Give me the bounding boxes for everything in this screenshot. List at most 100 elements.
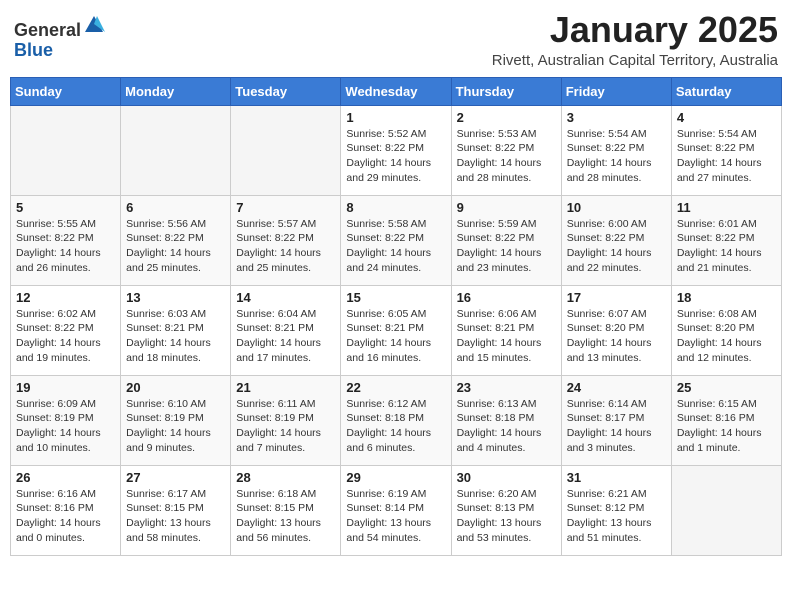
day-info: Sunrise: 6:11 AM Sunset: 8:19 PM Dayligh…: [236, 397, 335, 456]
day-info: Sunrise: 5:56 AM Sunset: 8:22 PM Dayligh…: [126, 217, 225, 276]
calendar-week-row: 12 Sunrise: 6:02 AM Sunset: 8:22 PM Dayli…: [11, 285, 782, 375]
day-number: 23: [457, 380, 556, 395]
calendar-cell: 18 Sunrise: 6:08 AM Sunset: 8:20 PM Dayli…: [671, 285, 781, 375]
day-info: Sunrise: 5:54 AM Sunset: 8:22 PM Dayligh…: [677, 127, 776, 186]
day-number: 19: [16, 380, 115, 395]
day-number: 17: [567, 290, 666, 305]
day-header-sunday: Sunday: [11, 77, 121, 105]
calendar-cell: 25 Sunrise: 6:15 AM Sunset: 8:16 PM Dayli…: [671, 375, 781, 465]
day-number: 6: [126, 200, 225, 215]
calendar-cell: 12 Sunrise: 6:02 AM Sunset: 8:22 PM Dayli…: [11, 285, 121, 375]
logo-icon: [83, 14, 105, 36]
logo: General Blue: [14, 14, 105, 61]
day-number: 18: [677, 290, 776, 305]
day-info: Sunrise: 6:00 AM Sunset: 8:22 PM Dayligh…: [567, 217, 666, 276]
calendar-cell: 5 Sunrise: 5:55 AM Sunset: 8:22 PM Daylig…: [11, 195, 121, 285]
day-info: Sunrise: 6:09 AM Sunset: 8:19 PM Dayligh…: [16, 397, 115, 456]
day-number: 30: [457, 470, 556, 485]
day-number: 29: [346, 470, 445, 485]
day-info: Sunrise: 6:08 AM Sunset: 8:20 PM Dayligh…: [677, 307, 776, 366]
calendar-cell: 30Sunrise: 6:20 AM Sunset: 8:13 PM Dayli…: [451, 465, 561, 555]
day-info: Sunrise: 6:17 AM Sunset: 8:15 PM Dayligh…: [126, 487, 225, 546]
day-number: 3: [567, 110, 666, 125]
day-number: 28: [236, 470, 335, 485]
day-number: 22: [346, 380, 445, 395]
calendar-cell: 7Sunrise: 5:57 AM Sunset: 8:22 PM Daylig…: [231, 195, 341, 285]
calendar-cell: 28 Sunrise: 6:18 AM Sunset: 8:15 PM Dayli…: [231, 465, 341, 555]
calendar-cell: 31 Sunrise: 6:21 AM Sunset: 8:12 PM Dayli…: [561, 465, 671, 555]
day-number: 12: [16, 290, 115, 305]
day-info: Sunrise: 5:55 AM Sunset: 8:22 PM Dayligh…: [16, 217, 115, 276]
day-info: Sunrise: 6:12 AM Sunset: 8:18 PM Dayligh…: [346, 397, 445, 456]
calendar-cell: 2 Sunrise: 5:53 AM Sunset: 8:22 PM Daylig…: [451, 105, 561, 195]
day-info: Sunrise: 6:18 AM Sunset: 8:15 PM Dayligh…: [236, 487, 335, 546]
day-info: Sunrise: 6:15 AM Sunset: 8:16 PM Dayligh…: [677, 397, 776, 456]
day-info: Sunrise: 6:07 AM Sunset: 8:20 PM Dayligh…: [567, 307, 666, 366]
day-info: Sunrise: 6:01 AM Sunset: 8:22 PM Dayligh…: [677, 217, 776, 276]
day-header-saturday: Saturday: [671, 77, 781, 105]
day-info: Sunrise: 5:58 AM Sunset: 8:22 PM Dayligh…: [346, 217, 445, 276]
month-title: January 2025: [492, 10, 778, 50]
day-info: Sunrise: 6:16 AM Sunset: 8:16 PM Dayligh…: [16, 487, 115, 546]
logo-blue-text: Blue: [14, 40, 53, 60]
day-number: 24: [567, 380, 666, 395]
day-info: Sunrise: 6:14 AM Sunset: 8:17 PM Dayligh…: [567, 397, 666, 456]
calendar-cell: [671, 465, 781, 555]
title-block: January 2025 Rivett, Australian Capital …: [492, 10, 778, 69]
day-number: 15: [346, 290, 445, 305]
day-info: Sunrise: 5:59 AM Sunset: 8:22 PM Dayligh…: [457, 217, 556, 276]
calendar-cell: [11, 105, 121, 195]
day-number: 8: [346, 200, 445, 215]
calendar-cell: 22 Sunrise: 6:12 AM Sunset: 8:18 PM Dayli…: [341, 375, 451, 465]
calendar-cell: 4Sunrise: 5:54 AM Sunset: 8:22 PM Daylig…: [671, 105, 781, 195]
day-info: Sunrise: 6:03 AM Sunset: 8:21 PM Dayligh…: [126, 307, 225, 366]
calendar-cell: 13Sunrise: 6:03 AM Sunset: 8:21 PM Dayli…: [121, 285, 231, 375]
day-info: Sunrise: 6:04 AM Sunset: 8:21 PM Dayligh…: [236, 307, 335, 366]
day-number: 10: [567, 200, 666, 215]
day-number: 14: [236, 290, 335, 305]
day-header-tuesday: Tuesday: [231, 77, 341, 105]
day-number: 2: [457, 110, 556, 125]
calendar-week-row: 19 Sunrise: 6:09 AM Sunset: 8:19 PM Dayli…: [11, 375, 782, 465]
calendar-cell: 15 Sunrise: 6:05 AM Sunset: 8:21 PM Dayli…: [341, 285, 451, 375]
page-header: General Blue January 2025 Rivett, Austra…: [10, 10, 782, 69]
calendar-cell: [231, 105, 341, 195]
calendar-cell: 3 Sunrise: 5:54 AM Sunset: 8:22 PM Daylig…: [561, 105, 671, 195]
calendar-cell: 10 Sunrise: 6:00 AM Sunset: 8:22 PM Dayli…: [561, 195, 671, 285]
day-info: Sunrise: 6:06 AM Sunset: 8:21 PM Dayligh…: [457, 307, 556, 366]
day-info: Sunrise: 6:02 AM Sunset: 8:22 PM Dayligh…: [16, 307, 115, 366]
day-info: Sunrise: 5:52 AM Sunset: 8:22 PM Dayligh…: [346, 127, 445, 186]
day-info: Sunrise: 6:05 AM Sunset: 8:21 PM Dayligh…: [346, 307, 445, 366]
calendar-week-row: 5 Sunrise: 5:55 AM Sunset: 8:22 PM Daylig…: [11, 195, 782, 285]
calendar-cell: 6 Sunrise: 5:56 AM Sunset: 8:22 PM Daylig…: [121, 195, 231, 285]
day-info: Sunrise: 6:10 AM Sunset: 8:19 PM Dayligh…: [126, 397, 225, 456]
day-info: Sunrise: 5:57 AM Sunset: 8:22 PM Dayligh…: [236, 217, 335, 276]
calendar-cell: 21 Sunrise: 6:11 AM Sunset: 8:19 PM Dayli…: [231, 375, 341, 465]
calendar-table: SundayMondayTuesdayWednesdayThursdayFrid…: [10, 77, 782, 556]
day-number: 26: [16, 470, 115, 485]
day-header-thursday: Thursday: [451, 77, 561, 105]
day-number: 31: [567, 470, 666, 485]
calendar-cell: 16 Sunrise: 6:06 AM Sunset: 8:21 PM Dayli…: [451, 285, 561, 375]
day-number: 1: [346, 110, 445, 125]
calendar-cell: 23 Sunrise: 6:13 AM Sunset: 8:18 PM Dayli…: [451, 375, 561, 465]
day-info: Sunrise: 5:54 AM Sunset: 8:22 PM Dayligh…: [567, 127, 666, 186]
calendar-cell: 14 Sunrise: 6:04 AM Sunset: 8:21 PM Dayli…: [231, 285, 341, 375]
calendar-cell: 11Sunrise: 6:01 AM Sunset: 8:22 PM Dayli…: [671, 195, 781, 285]
calendar-cell: 19 Sunrise: 6:09 AM Sunset: 8:19 PM Dayli…: [11, 375, 121, 465]
day-number: 9: [457, 200, 556, 215]
day-number: 21: [236, 380, 335, 395]
day-number: 16: [457, 290, 556, 305]
day-number: 5: [16, 200, 115, 215]
day-info: Sunrise: 6:21 AM Sunset: 8:12 PM Dayligh…: [567, 487, 666, 546]
day-header-wednesday: Wednesday: [341, 77, 451, 105]
day-number: 25: [677, 380, 776, 395]
day-info: Sunrise: 6:13 AM Sunset: 8:18 PM Dayligh…: [457, 397, 556, 456]
calendar-header-row: SundayMondayTuesdayWednesdayThursdayFrid…: [11, 77, 782, 105]
calendar-cell: 24 Sunrise: 6:14 AM Sunset: 8:17 PM Dayli…: [561, 375, 671, 465]
day-info: Sunrise: 5:53 AM Sunset: 8:22 PM Dayligh…: [457, 127, 556, 186]
calendar-cell: 27Sunrise: 6:17 AM Sunset: 8:15 PM Dayli…: [121, 465, 231, 555]
calendar-cell: 1 Sunrise: 5:52 AM Sunset: 8:22 PM Daylig…: [341, 105, 451, 195]
location-subtitle: Rivett, Australian Capital Territory, Au…: [492, 52, 778, 69]
calendar-cell: 17 Sunrise: 6:07 AM Sunset: 8:20 PM Dayli…: [561, 285, 671, 375]
